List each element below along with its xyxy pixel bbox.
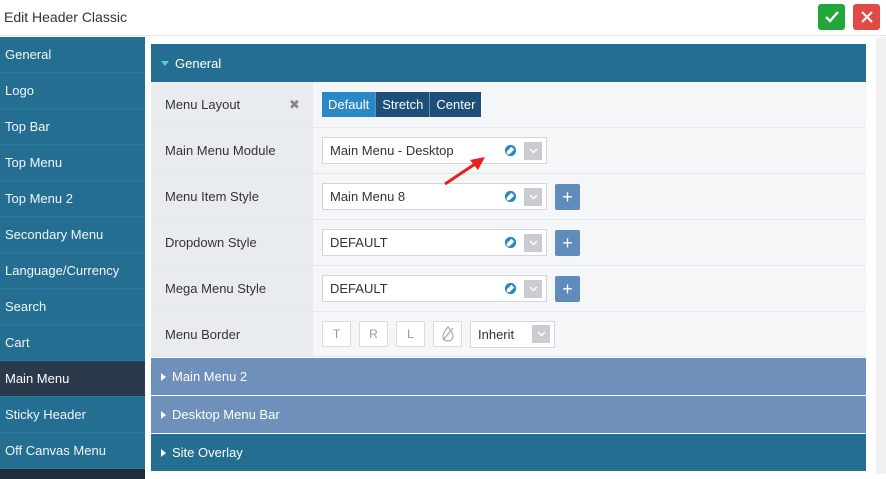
row-mega-menu-style: Mega Menu Style DEFAULT + <box>151 266 866 312</box>
row-label-cell: Menu Border <box>151 312 313 356</box>
window-title: Edit Header Classic <box>4 9 127 25</box>
save-button[interactable] <box>818 4 845 30</box>
panel-header-general[interactable]: General <box>151 44 866 82</box>
edit-style-icon[interactable] <box>504 190 517 203</box>
main-content: General Menu Layout ✖ Default Stretch Ce… <box>151 44 866 474</box>
sidebar-item-general[interactable]: General <box>0 37 145 73</box>
caret-down-icon <box>161 60 169 66</box>
row-control-cell: Main Menu - Desktop <box>313 128 866 173</box>
color-drop-icon <box>441 326 454 342</box>
menu-item-style-select[interactable]: Main Menu 8 <box>322 183 547 210</box>
row-menu-border: Menu Border T R L Inherit <box>151 312 866 357</box>
add-mega-menu-style-button[interactable]: + <box>555 275 580 302</box>
check-icon <box>824 11 839 23</box>
sidebar-more <box>0 469 145 479</box>
close-button[interactable] <box>853 4 880 30</box>
scrollbar[interactable] <box>876 37 886 474</box>
field-label: Menu Layout <box>165 97 241 112</box>
sidebar-item-off-canvas-menu[interactable]: Off Canvas Menu <box>0 433 145 469</box>
sidebar-item-sticky-header[interactable]: Sticky Header <box>0 397 145 433</box>
layout-stretch-button[interactable]: Stretch <box>376 92 431 117</box>
panel-header-site-overlay[interactable]: Site Overlay <box>151 433 866 471</box>
select-value: DEFAULT <box>330 281 388 296</box>
dropdown-toggle[interactable] <box>532 325 550 343</box>
row-control-cell: Default Stretch Center <box>313 82 866 127</box>
edit-module-icon[interactable] <box>504 144 517 157</box>
add-dropdown-style-button[interactable]: + <box>555 229 580 256</box>
layout-center-button[interactable]: Center <box>430 92 482 117</box>
panel-header-desktop-menu-bar[interactable]: Desktop Menu Bar <box>151 395 866 433</box>
row-menu-layout: Menu Layout ✖ Default Stretch Center <box>151 82 866 128</box>
plus-icon: + <box>562 232 573 253</box>
border-right-button[interactable]: R <box>359 321 388 347</box>
row-label-cell: Main Menu Module <box>151 128 313 173</box>
panel-title: Site Overlay <box>172 445 243 460</box>
caret-right-icon <box>161 448 166 457</box>
dropdown-toggle[interactable] <box>524 233 542 252</box>
select-value: DEFAULT <box>330 235 388 250</box>
row-control-cell: DEFAULT + <box>313 220 866 265</box>
panel-header-main-menu-2[interactable]: Main Menu 2 <box>151 357 866 395</box>
border-color-button[interactable] <box>433 321 462 347</box>
select-value: Inherit <box>478 326 515 342</box>
caret-right-icon <box>161 372 166 381</box>
sidebar-item-top-menu[interactable]: Top Menu <box>0 145 145 181</box>
row-menu-item-style: Menu Item Style Main Menu 8 + <box>151 174 866 220</box>
row-main-menu-module: Main Menu Module Main Menu - Desktop <box>151 128 866 174</box>
field-label: Menu Item Style <box>165 189 259 204</box>
layout-default-button[interactable]: Default <box>322 92 377 117</box>
row-label-cell: Dropdown Style <box>151 220 313 265</box>
chevron-down-icon <box>528 285 538 292</box>
field-label: Menu Border <box>165 326 241 342</box>
annotation-arrow-icon <box>444 157 485 186</box>
panel-title: General <box>175 55 222 71</box>
mega-menu-style-select[interactable]: DEFAULT <box>322 275 547 302</box>
edit-style-icon[interactable] <box>504 236 517 249</box>
menu-border-select[interactable]: Inherit <box>470 320 555 348</box>
sidebar-item-secondary-menu[interactable]: Secondary Menu <box>0 217 145 253</box>
row-control-cell: T R L Inherit <box>313 312 866 356</box>
sidebar: General Logo Top Bar Top Menu Top Menu 2… <box>0 37 145 479</box>
panel-title: Main Menu 2 <box>172 369 248 384</box>
close-icon <box>860 11 873 23</box>
reset-icon[interactable]: ✖ <box>289 97 300 113</box>
chevron-down-icon <box>528 147 538 154</box>
dropdown-toggle[interactable] <box>524 187 542 206</box>
panel-title: Desktop Menu Bar <box>172 407 280 422</box>
sidebar-item-logo[interactable]: Logo <box>0 73 145 109</box>
field-label: Mega Menu Style <box>165 281 267 296</box>
sidebar-item-language-currency[interactable]: Language/Currency <box>0 253 145 289</box>
add-menu-item-style-button[interactable]: + <box>555 183 580 210</box>
row-label-cell: Mega Menu Style <box>151 266 313 311</box>
select-value: Main Menu 8 <box>330 189 406 204</box>
border-left-button[interactable]: L <box>396 321 425 347</box>
sidebar-item-cart[interactable]: Cart <box>0 325 145 361</box>
menu-layout-segmented: Default Stretch Center <box>322 92 482 117</box>
border-top-button[interactable]: T <box>322 321 351 347</box>
sidebar-item-top-bar[interactable]: Top Bar <box>0 109 145 145</box>
field-label: Main Menu Module <box>165 143 276 158</box>
row-label-cell: Menu Item Style <box>151 174 313 219</box>
row-control-cell: DEFAULT + <box>313 266 866 311</box>
dropdown-toggle[interactable] <box>524 141 542 160</box>
chevron-down-icon <box>528 239 538 246</box>
dropdown-toggle[interactable] <box>524 279 542 298</box>
caret-right-icon <box>161 410 166 419</box>
main-menu-module-select[interactable]: Main Menu - Desktop <box>322 137 547 164</box>
row-label-cell: Menu Layout ✖ <box>151 82 313 127</box>
edit-style-icon[interactable] <box>504 282 517 295</box>
sidebar-item-top-menu-2[interactable]: Top Menu 2 <box>0 181 145 217</box>
plus-icon: + <box>562 278 573 299</box>
field-label: Dropdown Style <box>165 235 257 250</box>
dropdown-style-select[interactable]: DEFAULT <box>322 229 547 256</box>
sidebar-item-search[interactable]: Search <box>0 289 145 325</box>
row-dropdown-style: Dropdown Style DEFAULT + <box>151 220 866 266</box>
chevron-down-icon <box>536 331 546 337</box>
sidebar-item-main-menu[interactable]: Main Menu <box>0 361 145 397</box>
plus-icon: + <box>562 186 573 207</box>
row-control-cell: Main Menu 8 + <box>313 174 866 219</box>
chevron-down-icon <box>528 193 538 200</box>
title-bar: Edit Header Classic <box>0 0 886 36</box>
